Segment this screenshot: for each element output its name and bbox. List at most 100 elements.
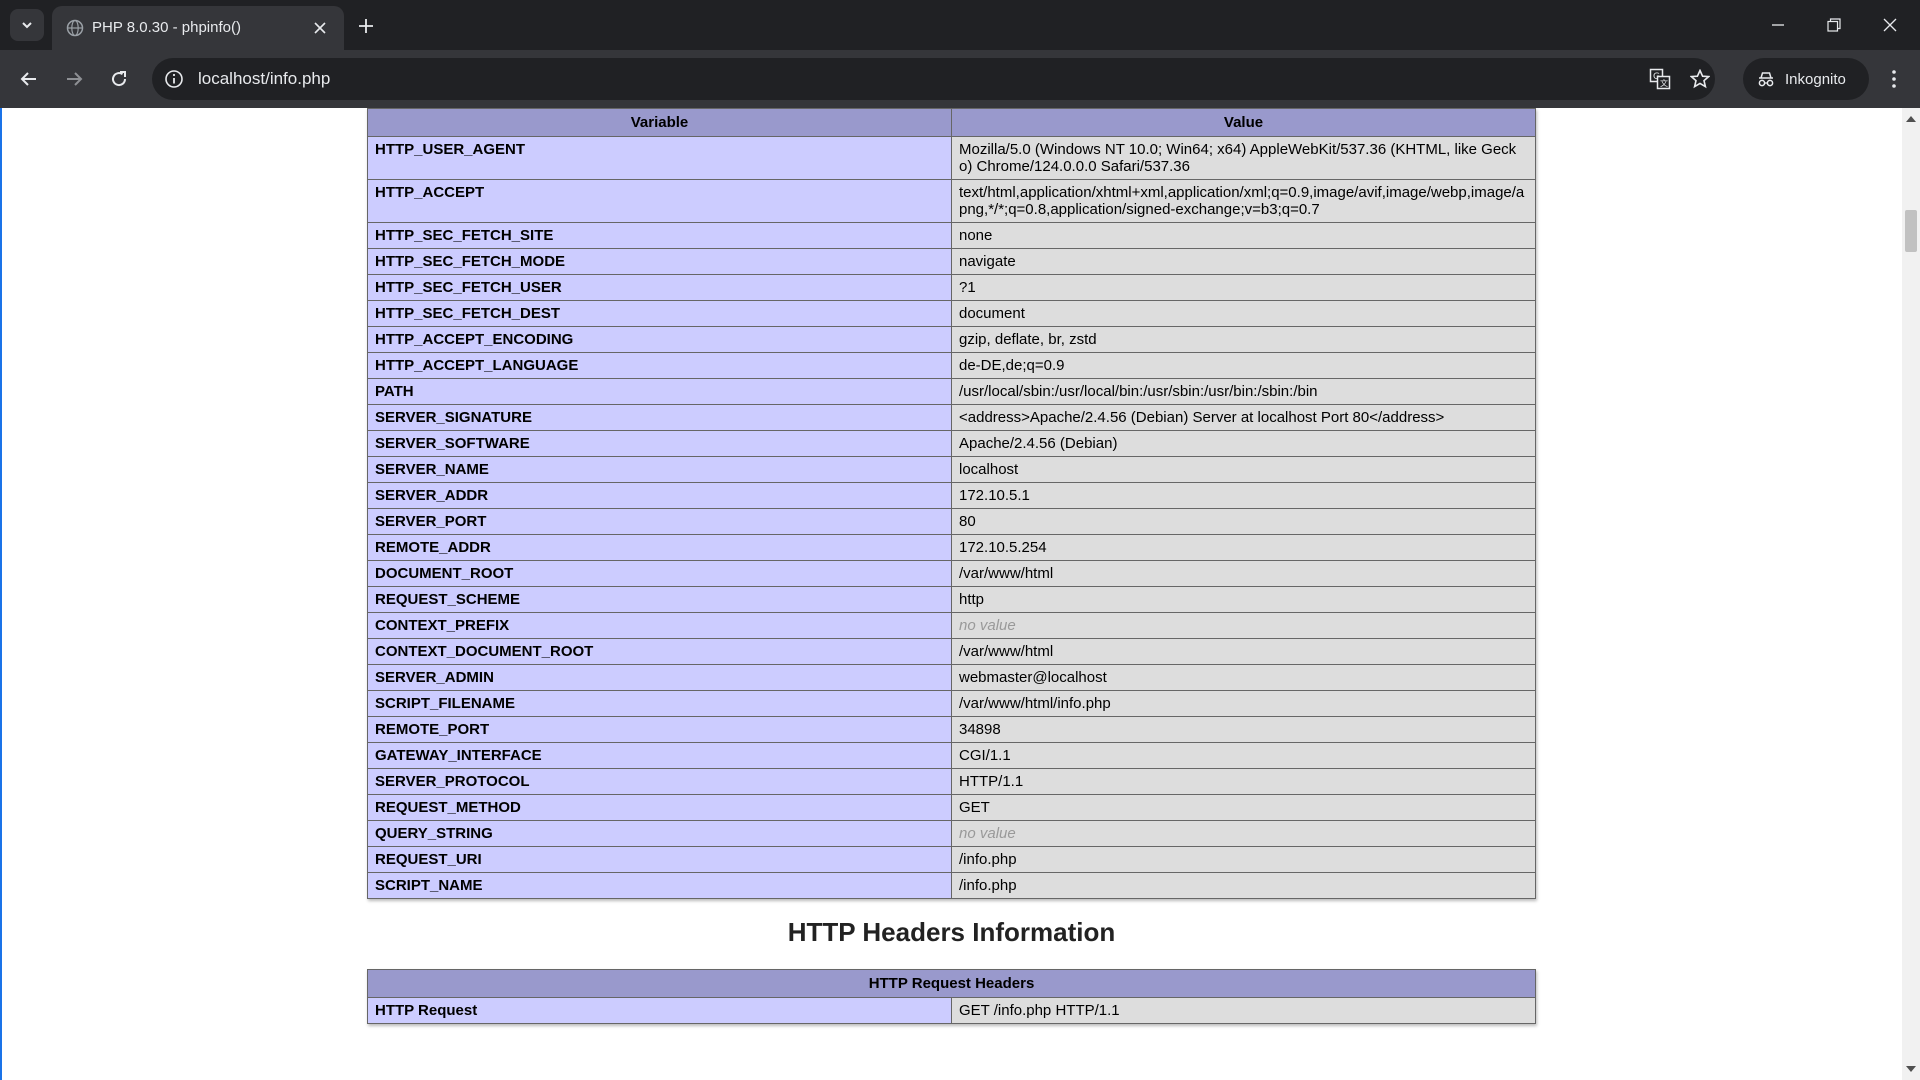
scroll-up-arrow[interactable] [1906, 116, 1916, 122]
value-cell: no value [951, 820, 1536, 847]
variable-name-cell: HTTP_SEC_FETCH_SITE [367, 222, 952, 249]
table-row: DOCUMENT_ROOT/var/www/html [367, 560, 1536, 587]
table-row: SERVER_ADMIN webmaster@localhost [367, 664, 1536, 691]
table-row: HTTP_ACCEPT_LANGUAGE de-DE,de;q=0.9 [367, 352, 1536, 379]
table-row: SERVER_SIGNATURE <address>Apache/2.4.56 (… [367, 404, 1536, 431]
value-cell: http [951, 586, 1536, 613]
variable-name-cell: HTTP_ACCEPT [367, 179, 952, 223]
table-row: HTTP_USER_AGENT Mozilla/5.0 (Windows NT 1… [367, 136, 1536, 180]
value-cell: GET /info.php HTTP/1.1 [951, 997, 1536, 1024]
variable-name-cell: HTTP_USER_AGENT [367, 136, 952, 180]
variable-name-cell: HTTP Request [367, 997, 952, 1024]
reload-button[interactable] [103, 63, 135, 95]
new-tab-button[interactable] [353, 13, 379, 39]
http-request-headers-title: HTTP Request Headers [367, 969, 1536, 998]
close-icon [1883, 18, 1897, 32]
bookmark-button[interactable] [1689, 68, 1711, 90]
variable-name-cell: REQUEST_SCHEME [367, 586, 952, 613]
back-button[interactable] [13, 63, 45, 95]
close-icon [314, 22, 326, 34]
star-icon [1690, 69, 1710, 89]
value-cell: text/html,application/xhtml+xml,applicat… [951, 179, 1536, 223]
table-row: SERVER_PORT 80 [367, 508, 1536, 535]
table-row: SERVER_ADDR 172.10.5.1 [367, 482, 1536, 509]
value-cell: 80 [951, 508, 1536, 535]
table-row: QUERY_STRING no value [367, 820, 1536, 847]
info-icon[interactable] [164, 69, 184, 89]
restore-button[interactable] [1806, 0, 1862, 50]
variable-name-cell: SERVER_ADMIN [367, 664, 952, 691]
page-viewport: Variable Value HTTP_USER_AGENT Mozilla/5.… [0, 108, 1902, 1080]
variable-name-cell: HTTP_ACCEPT_LANGUAGE [367, 352, 952, 379]
table-row: SCRIPT_FILENAME/var/www/html/info.php [367, 690, 1536, 717]
variable-name-cell: HTTP_SEC_FETCH_USER [367, 274, 952, 301]
variable-name-cell: SERVER_PORT [367, 508, 952, 535]
variable-name-cell: SERVER_SOFTWARE [367, 430, 952, 457]
apache-environment-rows: HTTP_USER_AGENT Mozilla/5.0 (Windows NT 1… [367, 136, 1536, 899]
incognito-indicator[interactable]: Inkognito [1743, 58, 1869, 100]
incognito-label: Inkognito [1785, 70, 1846, 88]
variable-name-cell: DOCUMENT_ROOT [367, 560, 952, 587]
table-row: HTTP_SEC_FETCH_MODE navigate [367, 248, 1536, 275]
value-cell: /var/www/html/info.php [951, 690, 1536, 717]
variable-name-cell: REMOTE_ADDR [367, 534, 952, 561]
table-header-row: HTTP Request Headers [367, 969, 1536, 998]
table-row: SERVER_NAME localhost [367, 456, 1536, 483]
chevron-down-icon [22, 22, 32, 29]
variable-name-cell: SCRIPT_FILENAME [367, 690, 952, 717]
table-row: HTTP_SEC_FETCH_SITE none [367, 222, 1536, 249]
close-window-button[interactable] [1862, 0, 1918, 50]
value-cell: webmaster@localhost [951, 664, 1536, 691]
scroll-down-arrow[interactable] [1906, 1066, 1916, 1072]
window-edge [0, 108, 2, 1080]
phpinfo-content: Variable Value HTTP_USER_AGENT Mozilla/5.… [367, 108, 1536, 1024]
section-title-http-headers: HTTP Headers Information [787, 917, 1116, 947]
translate-button[interactable]: G 文 [1649, 68, 1671, 90]
value-cell: /usr/local/sbin:/usr/local/bin:/usr/sbin… [951, 378, 1536, 405]
value-cell: de-DE,de;q=0.9 [951, 352, 1536, 379]
translate-icon: G 文 [1649, 68, 1671, 90]
value-cell: Mozilla/5.0 (Windows NT 10.0; Win64; x64… [951, 136, 1536, 180]
tab-strip: PHP 8.0.30 - phpinfo() [0, 0, 1920, 50]
variable-name-cell: GATEWAY_INTERFACE [367, 742, 952, 769]
address-bar[interactable]: localhost/info.php G 文 [152, 58, 1715, 100]
value-cell: /info.php [951, 872, 1536, 899]
http-headers-table: HTTP Request Headers HTTP Request GET /in… [367, 969, 1536, 1024]
svg-text:文: 文 [1660, 78, 1668, 88]
value-cell: Apache/2.4.56 (Debian) [951, 430, 1536, 457]
minimize-button[interactable] [1750, 0, 1806, 50]
variable-name-cell: REQUEST_URI [367, 846, 952, 873]
variable-name-cell: REQUEST_METHOD [367, 794, 952, 821]
tab-search-button[interactable] [10, 9, 44, 41]
forward-button[interactable] [58, 63, 90, 95]
value-cell: none [951, 222, 1536, 249]
table-row: HTTP_ACCEPT_ENCODING gzip, deflate, br, z… [367, 326, 1536, 353]
variable-name-cell: SERVER_SIGNATURE [367, 404, 952, 431]
tab-title: PHP 8.0.30 - phpinfo() [92, 19, 241, 36]
value-cell: ?1 [951, 274, 1536, 301]
variable-name-cell: SCRIPT_NAME [367, 872, 952, 899]
browser-menu-button[interactable] [1878, 63, 1910, 95]
value-cell: GET [951, 794, 1536, 821]
table-row: HTTP_ACCEPT text/html,application/xhtml+x… [367, 179, 1536, 223]
value-cell: <address>Apache/2.4.56 (Debian) Server a… [951, 404, 1536, 431]
value-cell: 172.10.5.254 [951, 534, 1536, 561]
browser-toolbar: localhost/info.php G 文 Inkognito [0, 50, 1920, 108]
restore-icon [1827, 18, 1841, 32]
minimize-icon [1772, 24, 1784, 26]
tab-close-button[interactable] [310, 18, 330, 38]
table-row: PATH/usr/local/sbin:/usr/local/bin:/usr/… [367, 378, 1536, 405]
reload-icon [112, 71, 127, 87]
table-row: HTTP_SEC_FETCH_DEST document [367, 300, 1536, 327]
kebab-menu-icon [1892, 70, 1896, 88]
table-row: HTTP_SEC_FETCH_USER ?1 [367, 274, 1536, 301]
arrow-right-icon [67, 72, 83, 86]
vertical-scrollbar[interactable] [1902, 108, 1920, 1080]
scrollbar-thumb[interactable] [1905, 210, 1917, 252]
column-header-variable: Variable [367, 108, 952, 137]
tab-active[interactable]: PHP 8.0.30 - phpinfo() [52, 6, 344, 50]
table-row: SERVER_SOFTWARE Apache/2.4.56 (Debian) [367, 430, 1536, 457]
value-cell: 172.10.5.1 [951, 482, 1536, 509]
url-text[interactable]: localhost/info.php [198, 69, 330, 89]
globe-icon [66, 19, 84, 37]
